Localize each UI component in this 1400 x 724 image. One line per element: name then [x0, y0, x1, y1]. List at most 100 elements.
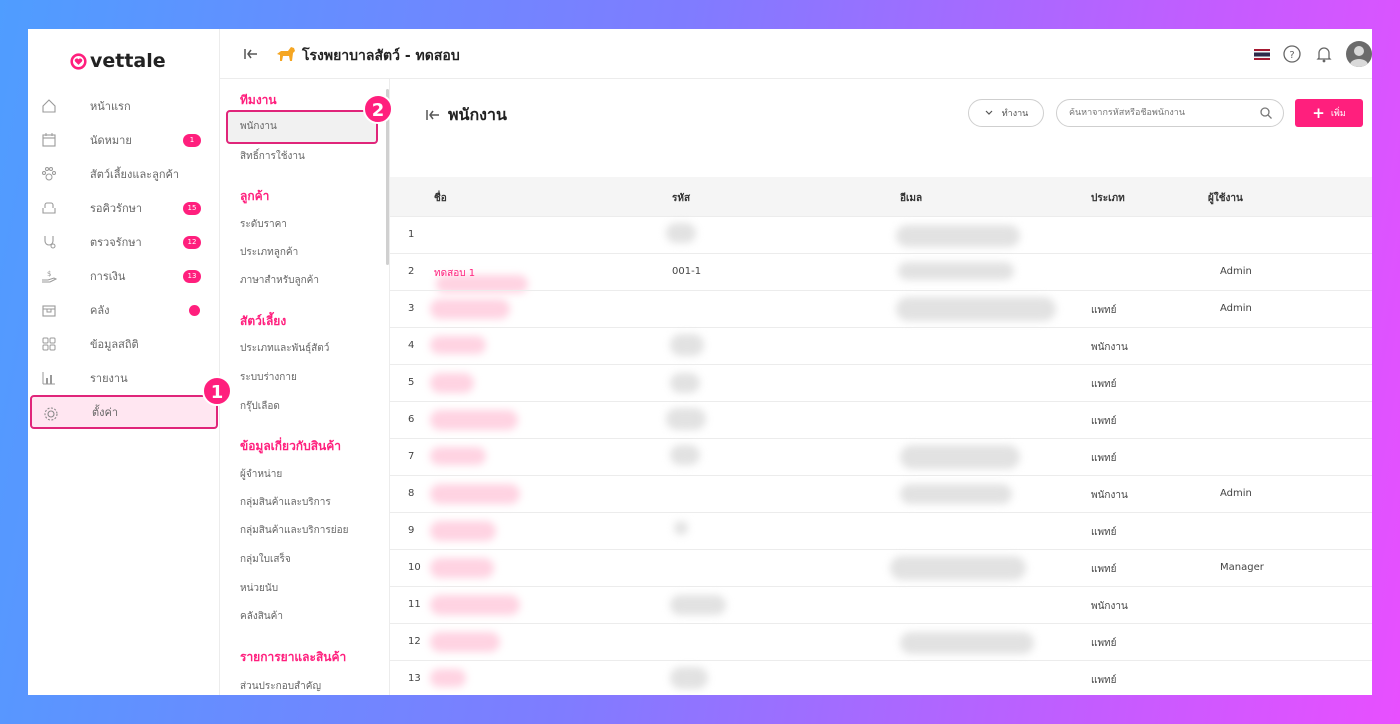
table-row[interactable]: 11 พนักงาน [390, 587, 1372, 624]
submenu-item[interactable]: ส่วนประกอบสำคัญ [240, 679, 321, 694]
sidebar-item-label: รอคิวรักษา [90, 202, 143, 215]
svg-text:$: $ [47, 270, 51, 278]
table-row[interactable]: 8 พนักงาน Admin [390, 476, 1372, 513]
sidebar-item-7[interactable]: ข้อมูลสถิติ [28, 327, 220, 361]
submenu-item[interactable]: ระบบร่างกาย [240, 370, 297, 385]
redacted-value [896, 297, 1056, 321]
heart-logo-icon [70, 52, 87, 70]
table-row[interactable]: 12 แพทย์ [390, 624, 1372, 661]
table-row[interactable]: 9 แพทย์ [390, 513, 1372, 550]
sidebar: vettale หน้าแรก นัดหมาย 1 สัตว์เลี้ยงและลูก… [28, 29, 220, 695]
table-row[interactable]: 10 แพทย์ Manager [390, 550, 1372, 587]
submenu-item[interactable]: หน่วยนับ [240, 581, 278, 596]
submenu-item[interactable]: ประเภทลูกค้า [240, 245, 298, 260]
search-icon[interactable] [1259, 106, 1273, 120]
table-header: ชื่อ รหัส อีเมล ประเภท ผู้ใช้งาน [390, 177, 1372, 217]
employee-type: แพทย์ [1091, 527, 1117, 538]
redacted-value [430, 447, 486, 465]
thai-flag-icon[interactable] [1254, 48, 1270, 60]
submenu-item[interactable]: ภาษาสำหรับลูกค้า [240, 273, 319, 288]
sidebar-item-label: รายงาน [90, 372, 128, 385]
employee-type: พนักงาน [1091, 601, 1128, 612]
clinic-name[interactable]: โรงพยาบาลสัตว์ - ทดสอบ [302, 45, 460, 67]
redacted-value [430, 669, 466, 687]
submenu-item[interactable]: กลุ่มสินค้าและบริการ [240, 495, 331, 510]
submenu-item[interactable]: ระดับราคา [240, 217, 287, 232]
redacted-value [670, 667, 708, 689]
search-input[interactable] [1069, 108, 1249, 118]
table-row[interactable]: 2 ทดสอบ 1 001-1 Admin [390, 254, 1372, 291]
submenu-item[interactable]: ผู้จำหน่าย [240, 467, 282, 482]
redacted-value [430, 373, 474, 393]
page-title: พนักงาน [448, 105, 507, 124]
table-row[interactable]: 6 แพทย์ [390, 402, 1372, 439]
row-number: 13 [408, 673, 421, 684]
redacted-value [670, 373, 700, 393]
back-button[interactable] [424, 106, 442, 128]
row-number: 12 [408, 636, 421, 647]
sidebar-item-1[interactable]: นัดหมาย 1 [28, 123, 220, 157]
sidebar-item-0[interactable]: หน้าแรก [28, 89, 220, 123]
sidebar-item-label: ตรวจรักษา [90, 236, 142, 249]
employee-user-role: Manager [1220, 562, 1264, 573]
row-number: 3 [408, 303, 415, 314]
employee-type: แพทย์ [1091, 638, 1117, 649]
table-row[interactable]: 4 พนักงาน [390, 328, 1372, 365]
column-header-type[interactable]: ประเภท [1091, 191, 1125, 206]
sidebar-item-4[interactable]: ตรวจรักษา 12 [28, 225, 220, 259]
search-box[interactable] [1056, 99, 1284, 127]
table-row[interactable]: 5 แพทย์ [390, 365, 1372, 402]
paw-icon [42, 167, 56, 181]
sidebar-item-label: สัตว์เลี้ยงและลูกค้า [90, 168, 180, 181]
sidebar-item-2[interactable]: สัตว์เลี้ยงและลูกค้า [28, 157, 220, 191]
table-row[interactable]: 7 แพทย์ [390, 439, 1372, 476]
redacted-value [900, 632, 1034, 654]
sidebar-item-5[interactable]: $ การเงิน 13 [28, 259, 220, 293]
money-hand-icon: $ [42, 270, 58, 283]
add-employee-button[interactable]: + เพิ่ม [1295, 99, 1363, 127]
submenu-item[interactable]: ประเภทและพันธุ์สัตว์ [240, 341, 329, 356]
sidebar-item-6[interactable]: คลัง [28, 293, 220, 327]
employee-name-link[interactable]: ทดสอบ 1 [434, 266, 475, 281]
redacted-value [670, 445, 700, 465]
plus-icon: + [1312, 104, 1325, 122]
table-row[interactable]: 1 [390, 217, 1372, 293]
employee-table: ชื่อ รหัส อีเมล ประเภท ผู้ใช้งาน 1 2 ทดสอบ… [390, 177, 1372, 695]
column-header-user[interactable]: ผู้ใช้งาน [1208, 191, 1243, 206]
employee-type: แพทย์ [1091, 453, 1117, 464]
redacted-value [674, 521, 688, 535]
count-badge: 15 [183, 201, 201, 215]
submenu-item[interactable]: กรุ๊ปเลือด [240, 399, 280, 414]
table-row[interactable]: 3 แพทย์ Admin [390, 291, 1372, 328]
redacted-value [666, 408, 706, 430]
sidebar-item-9[interactable]: ตั้งค่า [30, 395, 218, 429]
brand-logo[interactable]: vettale [70, 49, 166, 73]
table-row[interactable]: 13 แพทย์ [390, 661, 1372, 695]
submenu-item[interactable]: สิทธิ์การใช้งาน [240, 149, 305, 164]
redacted-value [670, 595, 726, 615]
row-number: 9 [408, 525, 415, 536]
column-header-email[interactable]: อีเมล [900, 191, 922, 206]
collapse-sidebar-button[interactable] [242, 45, 260, 63]
status-filter-select[interactable]: ทำงาน [968, 99, 1044, 127]
column-header-name[interactable]: ชื่อ [434, 191, 447, 206]
redacted-value [890, 556, 1026, 580]
submenu-item[interactable]: คลังสินค้า [240, 609, 283, 624]
help-icon[interactable]: ? [1282, 44, 1302, 64]
submenu-item[interactable]: กลุ่มสินค้าและบริการย่อย [240, 523, 348, 538]
sidebar-item-8[interactable]: รายงาน [28, 361, 220, 395]
sidebar-item-3[interactable]: รอคิวรักษา 15 [28, 191, 220, 225]
submenu-section-title: ลูกค้า [240, 189, 270, 203]
employee-type: แพทย์ [1091, 564, 1117, 575]
bell-icon[interactable] [1314, 44, 1334, 64]
settings-submenu: ทีมงานพนักงานสิทธิ์การใช้งานลูกค้าระดับร… [220, 79, 390, 695]
row-number: 4 [408, 340, 415, 351]
submenu-section-title: ทีมงาน [240, 93, 277, 107]
column-header-code[interactable]: รหัส [672, 191, 690, 206]
sidebar-item-label: ข้อมูลสถิติ [90, 338, 139, 351]
user-avatar[interactable] [1346, 41, 1372, 67]
back-arrow-icon [426, 110, 439, 120]
submenu-item[interactable]: กลุ่มใบเสร็จ [240, 552, 291, 567]
submenu-item[interactable]: พนักงาน [226, 110, 378, 144]
home-icon [42, 99, 56, 113]
